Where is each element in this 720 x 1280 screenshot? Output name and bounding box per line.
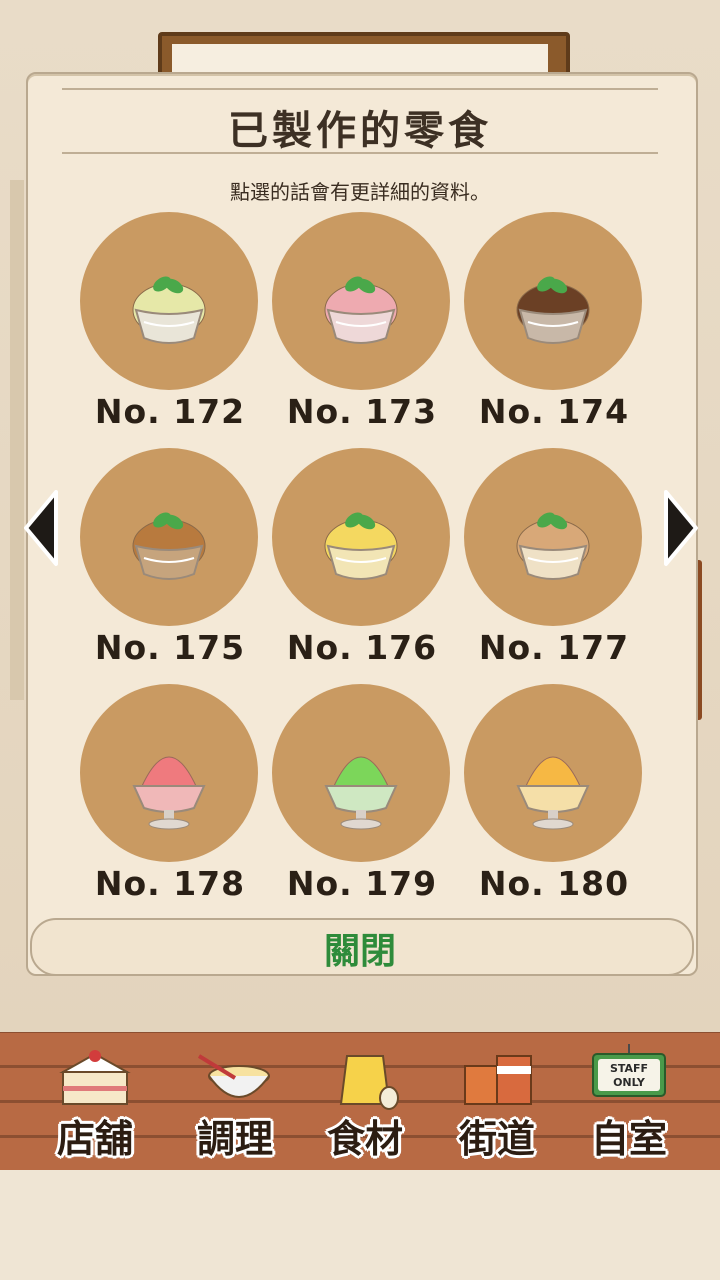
ice-cream-bowl-icon bbox=[516, 276, 590, 344]
close-button[interactable]: 關閉 bbox=[300, 922, 420, 972]
snack-item[interactable]: No. 173 bbox=[272, 212, 452, 452]
snack-number-label: No. 177 bbox=[478, 628, 630, 667]
nav-item[interactable]: 食材 bbox=[300, 1036, 430, 1166]
cake-icon bbox=[59, 1050, 131, 1105]
arrow-right-icon[interactable] bbox=[662, 488, 700, 568]
snack-item[interactable]: No. 176 bbox=[272, 448, 452, 688]
shaved-ice-cup-icon bbox=[516, 756, 590, 830]
panel-title: 已製作的零食 bbox=[228, 107, 492, 154]
ice-cream-bowl-icon bbox=[516, 512, 590, 580]
ice-cream-bowl-icon bbox=[324, 276, 398, 344]
ice-cream-bowl-icon bbox=[132, 276, 206, 344]
ice-cream-bowl-icon bbox=[324, 512, 398, 580]
shaved-ice-cup-icon bbox=[324, 756, 398, 830]
snack-number-label: No. 173 bbox=[286, 392, 438, 431]
sign-text-line: STAFF bbox=[610, 1062, 648, 1075]
shop-street-icon bbox=[464, 1055, 532, 1105]
snack-number-label: No. 172 bbox=[94, 392, 246, 431]
flour-sack-icon bbox=[339, 1055, 399, 1110]
snack-number-label: No. 179 bbox=[286, 864, 438, 903]
nav-item[interactable]: 街道 bbox=[432, 1036, 562, 1166]
snack-item[interactable]: No. 178 bbox=[80, 684, 260, 924]
arrow-left-icon[interactable] bbox=[22, 488, 60, 568]
snack-item[interactable]: No. 179 bbox=[272, 684, 452, 924]
title-divider-top bbox=[62, 88, 658, 90]
nav-label: 店舖 bbox=[56, 1116, 133, 1161]
mixing-bowl-icon bbox=[197, 1054, 270, 1098]
bottom-blank-area bbox=[0, 1170, 720, 1280]
snack-number-label: No. 178 bbox=[94, 864, 246, 903]
background-wall-panel bbox=[10, 180, 24, 700]
nav-label: 食材 bbox=[326, 1116, 403, 1161]
nav-item[interactable]: STAFF ONLY 自室 bbox=[564, 1036, 694, 1166]
nav-label: 街道 bbox=[458, 1116, 535, 1161]
nav-item[interactable]: 店舖 bbox=[30, 1036, 160, 1166]
snack-item[interactable]: No. 180 bbox=[464, 684, 644, 924]
staff-only-sign-icon: STAFF ONLY bbox=[592, 1044, 666, 1097]
snack-item[interactable]: No. 175 bbox=[80, 448, 260, 688]
snack-number-label: No. 174 bbox=[478, 392, 630, 431]
nav-item[interactable]: 調理 bbox=[170, 1036, 300, 1166]
snack-number-label: No. 175 bbox=[94, 628, 246, 667]
sign-text-line: ONLY bbox=[613, 1076, 646, 1089]
nav-label: 調理 bbox=[196, 1116, 273, 1161]
title-divider-bottom bbox=[62, 152, 658, 154]
shaved-ice-cup-icon bbox=[132, 756, 206, 830]
snack-item[interactable]: No. 174 bbox=[464, 212, 644, 452]
ice-cream-bowl-icon bbox=[132, 512, 206, 580]
nav-label: 自室 bbox=[590, 1116, 667, 1161]
snack-number-label: No. 176 bbox=[286, 628, 438, 667]
snack-number-label: No. 180 bbox=[478, 864, 630, 903]
panel-subtitle: 點選的話會有更詳細的資料。 bbox=[230, 180, 490, 204]
snack-item[interactable]: No. 177 bbox=[464, 448, 644, 688]
snack-item[interactable]: No. 172 bbox=[80, 212, 260, 452]
